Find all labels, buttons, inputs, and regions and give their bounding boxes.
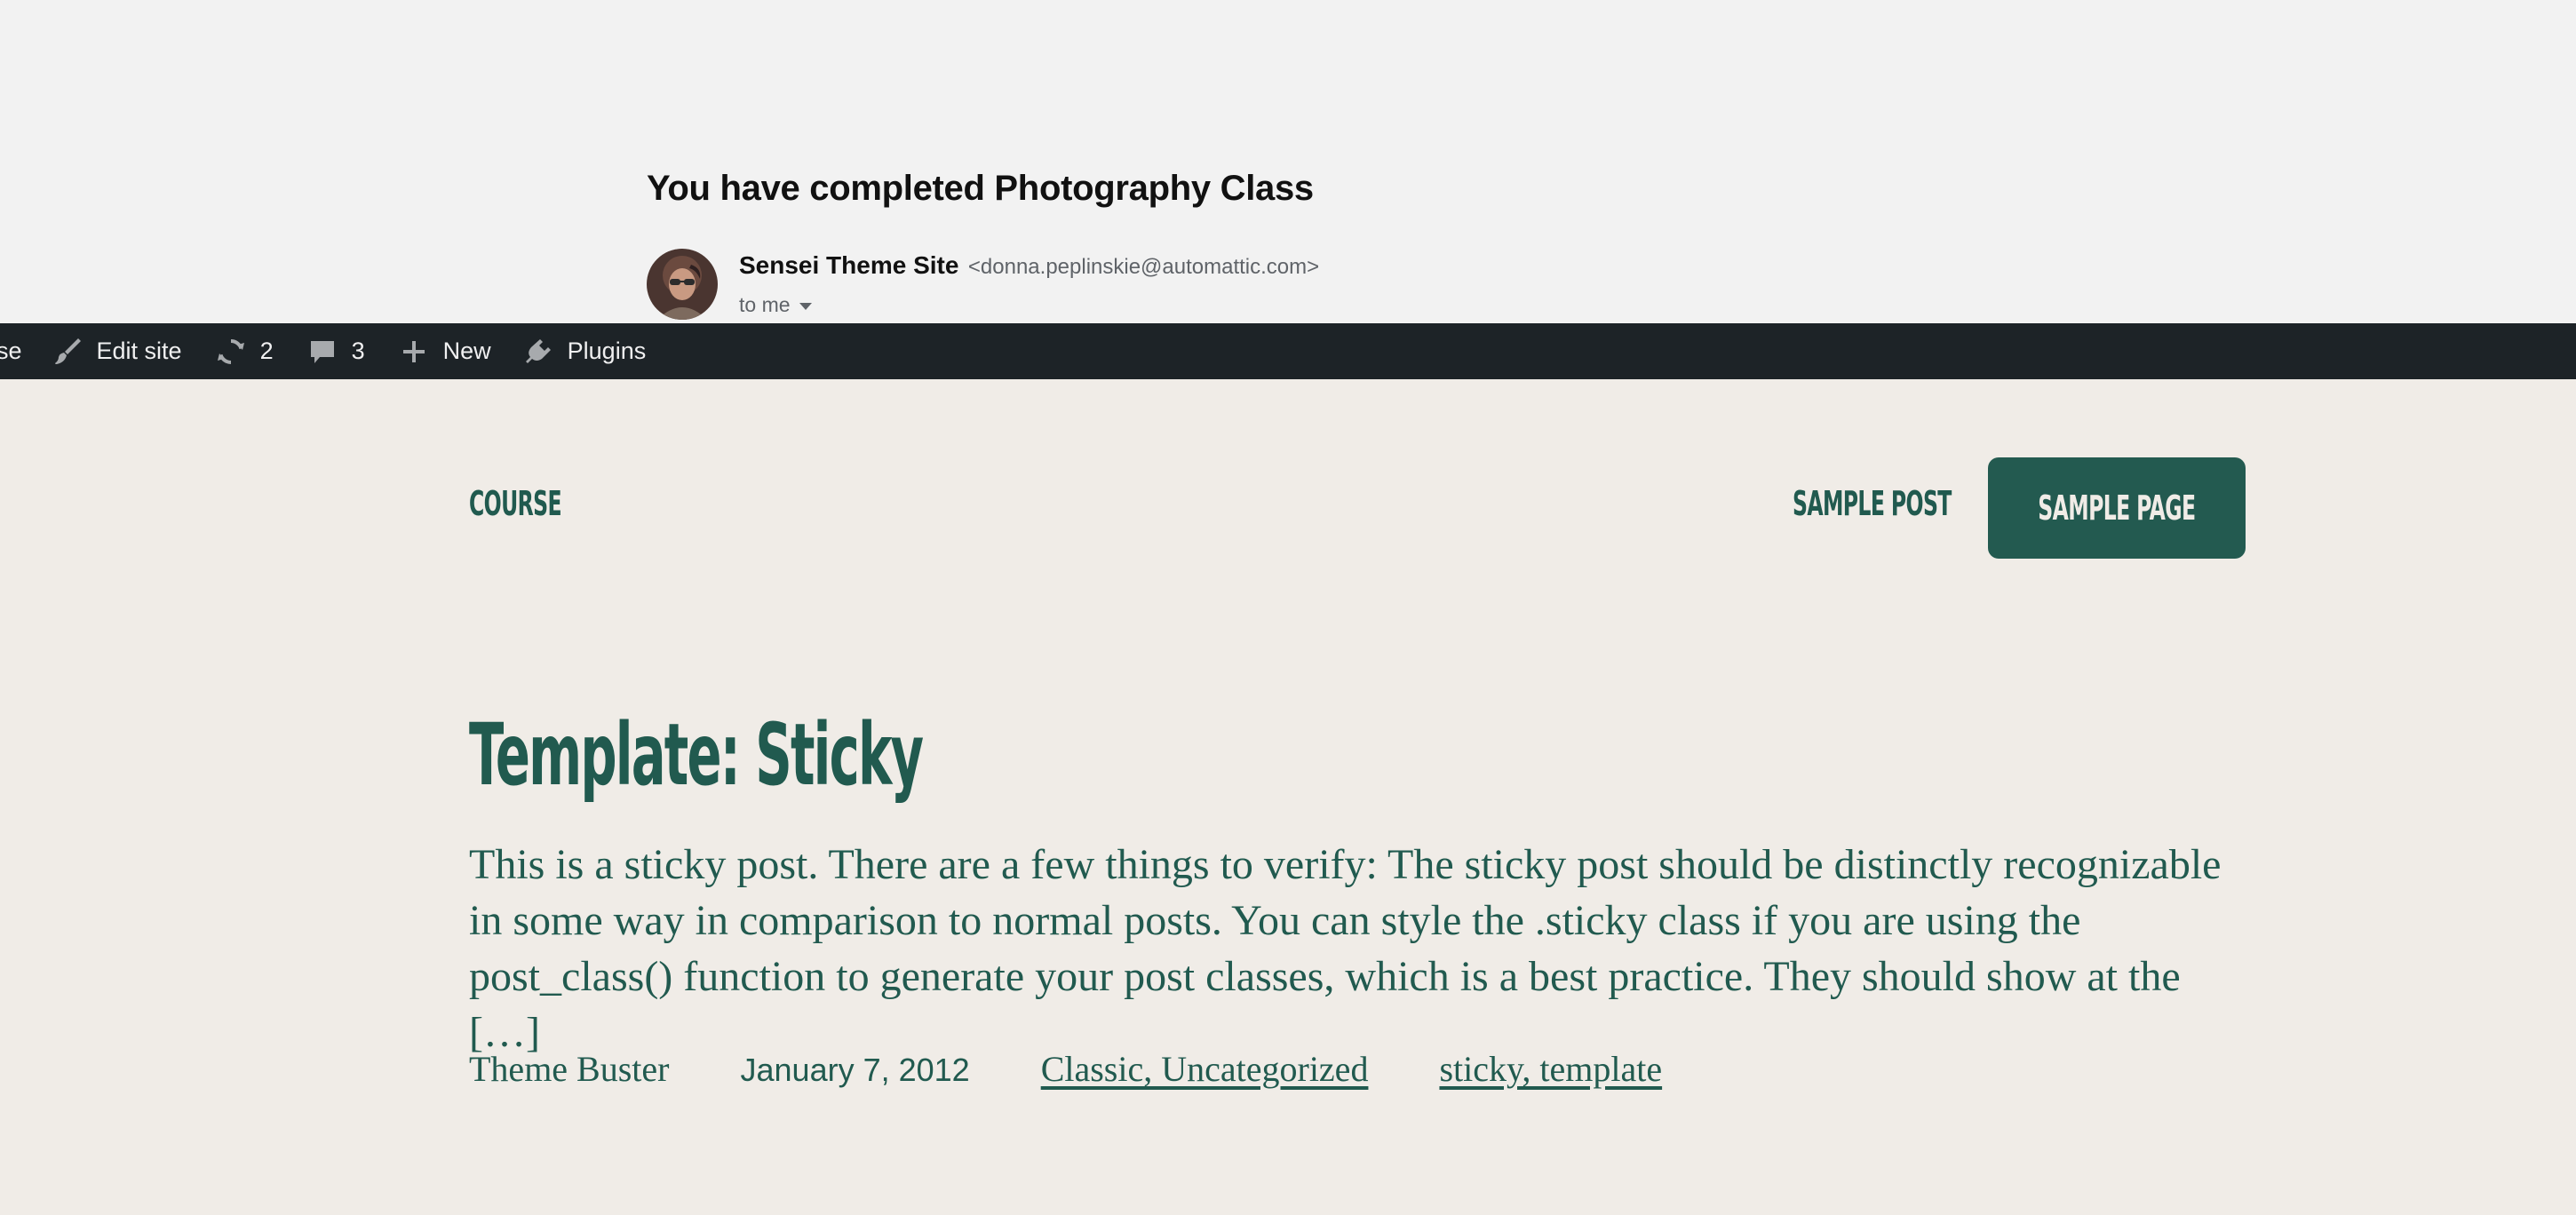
post-tags-link[interactable]: sticky, template	[1439, 1048, 1662, 1090]
post-categories-link[interactable]: Classic, Uncategorized	[1041, 1048, 1369, 1090]
recipient-toggle[interactable]: to me	[739, 293, 812, 317]
admin-bar-updates-count: 2	[259, 338, 274, 364]
admin-bar: se Edit site 2 3 New Plugins	[0, 323, 2576, 379]
post-author: Theme Buster	[469, 1049, 670, 1089]
sender-line: Sensei Theme Site <donna.peplinskie@auto…	[739, 251, 1319, 280]
post-date: January 7, 2012	[740, 1052, 970, 1088]
admin-bar-updates[interactable]: 2	[214, 323, 274, 379]
comment-icon	[306, 335, 339, 369]
brush-icon	[51, 335, 84, 369]
avatar-photo	[647, 249, 718, 320]
admin-bar-plugins-label: Plugins	[567, 338, 647, 364]
admin-bar-plugins[interactable]: Plugins	[521, 323, 647, 379]
admin-bar-edit-site[interactable]: Edit site	[51, 323, 182, 379]
nav-item-sample-page[interactable]: SAMPLE PAGE	[1988, 457, 2246, 559]
recipient-text: to me	[739, 293, 791, 316]
admin-bar-item-truncated-label: se	[0, 338, 22, 364]
admin-bar-comments[interactable]: 3	[306, 323, 365, 379]
site-title[interactable]: COURSE	[469, 484, 562, 523]
email-header: You have completed Photography Class Sen…	[0, 0, 2576, 323]
admin-bar-new[interactable]: New	[397, 323, 491, 379]
plugin-icon	[521, 335, 555, 369]
screen: You have completed Photography Class Sen…	[0, 0, 2576, 1215]
chevron-down-icon	[799, 303, 812, 310]
nav-item-sample-page-label: SAMPLE PAGE	[2038, 488, 2196, 528]
avatar[interactable]	[647, 249, 718, 320]
post-meta: Theme Buster January 7, 2012 Classic, Un…	[469, 1048, 1662, 1090]
plus-icon	[397, 335, 431, 369]
post-excerpt: This is a sticky post. There are a few t…	[469, 841, 2222, 1056]
sender-name[interactable]: Sensei Theme Site	[739, 251, 958, 279]
post-title[interactable]: Template: Sticky	[469, 702, 924, 808]
sender-email: <donna.peplinskie@automattic.com>	[967, 255, 1320, 279]
admin-bar-comments-count: 3	[351, 338, 365, 364]
email-subject: You have completed Photography Class	[647, 169, 1314, 208]
admin-bar-new-label: New	[442, 338, 491, 364]
nav-item-sample-post[interactable]: SAMPLE POST	[1793, 484, 1952, 523]
admin-bar-edit-site-label: Edit site	[96, 338, 182, 364]
admin-bar-item-truncated[interactable]: se	[0, 323, 22, 379]
updates-icon	[214, 335, 248, 369]
